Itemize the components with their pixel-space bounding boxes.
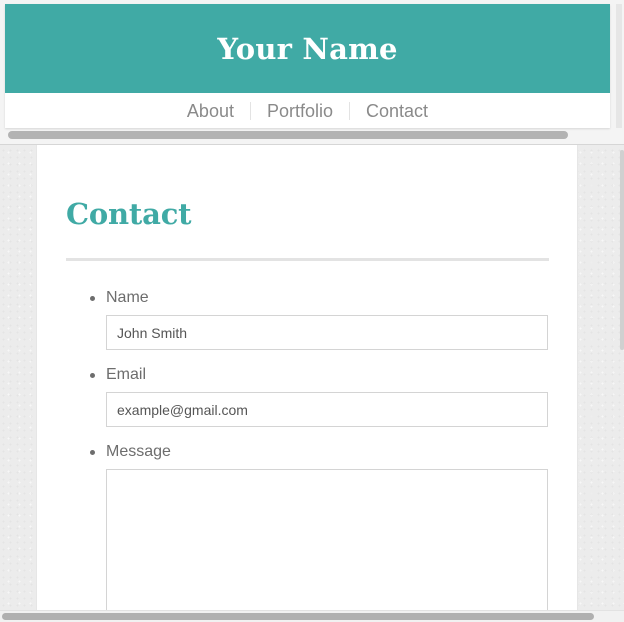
site-header: Your Name About Portfolio Contact: [5, 4, 610, 128]
main-nav: About Portfolio Contact: [5, 93, 610, 128]
name-input[interactable]: [106, 315, 548, 350]
message-textarea[interactable]: [106, 469, 548, 622]
site-title: Your Name: [217, 31, 398, 66]
title-banner: Your Name: [5, 4, 610, 93]
header-horizontal-scrollbar[interactable]: [8, 131, 568, 139]
form-item-message: Message: [37, 439, 577, 622]
bullet-icon: [90, 373, 95, 378]
contact-form: Name Email Message: [37, 285, 577, 622]
bullet-icon: [90, 450, 95, 455]
bullet-icon: [90, 296, 95, 301]
header-frame: Your Name About Portfolio Contact: [0, 0, 624, 145]
content-card: Contact Name Email Message: [36, 145, 578, 622]
email-label: Email: [106, 366, 147, 383]
nav-link-contact[interactable]: Contact: [349, 101, 444, 120]
page-horizontal-scrollbar-thumb[interactable]: [2, 613, 594, 620]
form-item-name: Name: [37, 285, 577, 350]
title-divider: [66, 258, 549, 261]
nav-link-about[interactable]: About: [171, 102, 250, 120]
form-item-email: Email: [37, 362, 577, 427]
name-label: Name: [106, 289, 149, 306]
page-title: Contact: [66, 197, 192, 231]
nav-link-portfolio[interactable]: Portfolio: [249, 101, 349, 120]
email-input[interactable]: [106, 392, 548, 427]
page-vertical-scrollbar[interactable]: [620, 150, 624, 350]
header-vertical-scrollbar[interactable]: [616, 4, 622, 128]
message-label: Message: [106, 443, 171, 460]
